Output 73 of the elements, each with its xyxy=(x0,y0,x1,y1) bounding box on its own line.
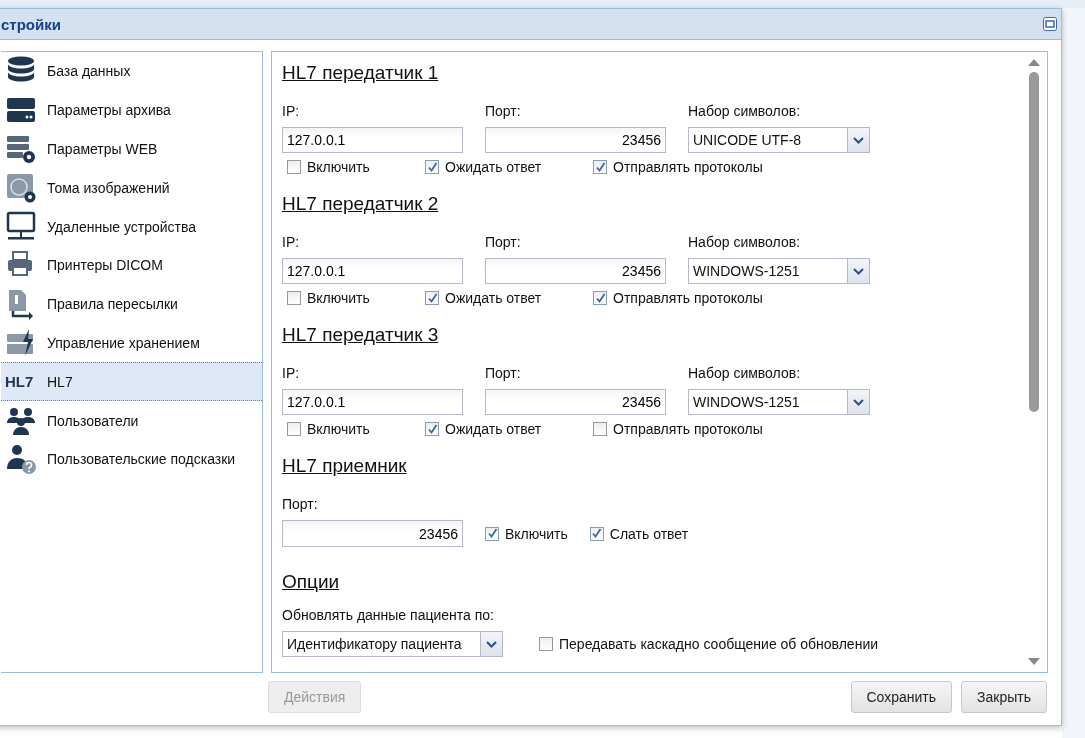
charset-dropdown[interactable]: WINDOWS-1251 xyxy=(688,258,870,284)
chevron-down-icon xyxy=(853,136,864,144)
dialog-button[interactable]: Сохранить xyxy=(850,681,953,713)
ip-field[interactable]: 127.0.0.1 xyxy=(282,389,463,415)
checkbox[interactable]: Отправлять протоколы xyxy=(593,159,763,175)
sidebar-item[interactable]: Тома изображений xyxy=(1,168,262,208)
checkbox[interactable]: Включить xyxy=(287,159,425,175)
charset-dropdown[interactable]: WINDOWS-1251 xyxy=(688,389,870,415)
globe-gear-icon xyxy=(5,171,37,204)
field-label: Порт: xyxy=(485,234,522,250)
field-label: Порт: xyxy=(485,365,522,381)
checkmark-icon xyxy=(594,292,606,304)
field-label: Набор символов: xyxy=(688,365,802,381)
section-title: HL7 передатчик 1 xyxy=(282,62,439,84)
field-label: IP: xyxy=(282,234,301,250)
checkbox[interactable]: Передавать каскадно сообщение об обновлении xyxy=(539,636,879,652)
field-label: Набор символов: xyxy=(688,103,802,119)
user-help-icon xyxy=(5,443,37,476)
sidebar-item[interactable]: Правила пересылки xyxy=(1,284,262,324)
field-label: IP: xyxy=(282,103,301,119)
chevron-down-icon xyxy=(853,398,864,406)
chevron-down-icon xyxy=(486,640,497,648)
sidebar-item[interactable]: Пользовательские подсказки xyxy=(1,439,262,479)
checkmark-icon xyxy=(426,423,438,435)
sidebar-item[interactable]: База данных xyxy=(1,52,262,91)
sidebar-item[interactable]: HL7 HL7 xyxy=(1,362,262,402)
update-by-dropdown[interactable]: Идентификатору пациента xyxy=(282,631,503,657)
charset-dropdown[interactable]: UNICODE UTF-8 xyxy=(688,127,870,153)
dialog-button[interactable]: Закрыть xyxy=(961,681,1047,713)
section-title: HL7 передатчик 2 xyxy=(282,193,439,215)
checkmark-icon xyxy=(594,161,606,173)
checkbox[interactable]: Ожидать ответ xyxy=(425,290,593,306)
port-field[interactable]: 23456 xyxy=(485,127,666,153)
section-title: HL7 передатчик 3 xyxy=(282,324,439,346)
ip-field[interactable]: 127.0.0.1 xyxy=(282,258,463,284)
server-gear-icon xyxy=(5,133,37,165)
port-field[interactable]: 23456 xyxy=(485,389,666,415)
sidebar-item[interactable]: Принтеры DICOM xyxy=(1,246,262,285)
port-field[interactable]: 23456 xyxy=(282,520,463,547)
sidebar-item[interactable]: Пользователи xyxy=(1,401,262,440)
ip-field[interactable]: 127.0.0.1 xyxy=(282,127,463,153)
checkbox[interactable]: Включить xyxy=(485,525,568,542)
checkbox[interactable]: Ожидать ответ xyxy=(425,159,593,175)
scrollbar-thumb[interactable] xyxy=(1029,72,1039,412)
field-label: Набор символов: xyxy=(688,234,802,250)
field-label: Порт: xyxy=(282,496,319,512)
sidebar-item[interactable]: Управление хранением xyxy=(1,323,262,363)
section-title: Опции xyxy=(282,571,340,593)
maximize-icon[interactable] xyxy=(1043,17,1057,31)
sidebar-item[interactable]: Параметры WEB xyxy=(1,129,262,169)
checkbox[interactable]: Ожидать ответ xyxy=(425,421,593,437)
chevron-down-icon xyxy=(853,267,864,275)
checkmark-icon xyxy=(591,528,603,539)
port-field[interactable]: 23456 xyxy=(485,258,666,284)
checkmark-icon xyxy=(486,528,498,539)
scroll-up-icon[interactable] xyxy=(1028,58,1040,66)
checkmark-icon xyxy=(426,292,438,304)
field-label: IP: xyxy=(282,365,301,381)
section-title: HL7 приемник xyxy=(282,455,407,477)
scroll-down-icon[interactable] xyxy=(1028,658,1040,666)
checkbox[interactable]: Включить xyxy=(287,290,425,306)
field-label: Обновлять данные пациента по: xyxy=(282,607,494,623)
checkmark-icon xyxy=(426,161,438,173)
hl7-icon: HL7 xyxy=(5,373,37,391)
checkbox[interactable]: Слать ответ xyxy=(589,525,689,542)
checkbox[interactable]: Отправлять протоколы xyxy=(593,421,763,437)
monitor-icon xyxy=(5,210,37,243)
checkbox[interactable]: Отправлять протоколы xyxy=(593,290,763,306)
window-title: стройки xyxy=(1,15,61,33)
checkbox[interactable]: Включить xyxy=(287,421,425,437)
field-label: Порт: xyxy=(485,103,522,119)
sidebar-item[interactable]: Параметры архива xyxy=(1,90,262,130)
sidebar-item[interactable]: Удаленные устройства xyxy=(1,207,262,246)
